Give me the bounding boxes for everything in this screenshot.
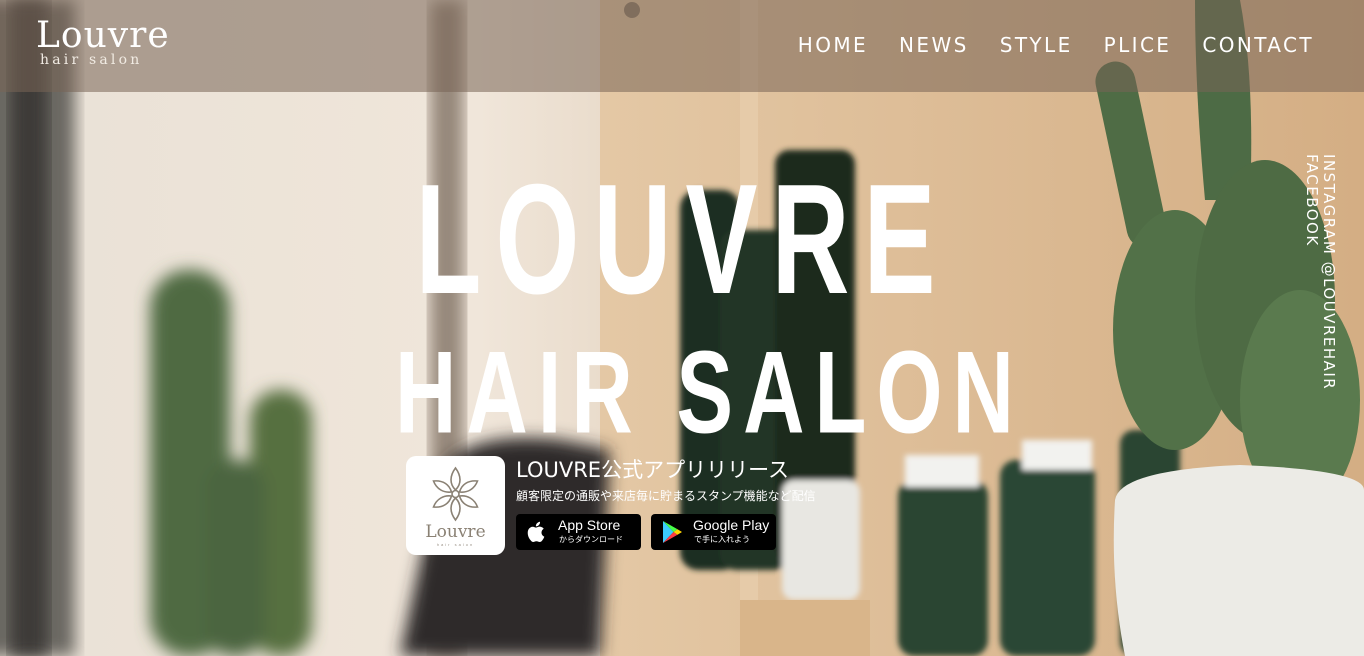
instagram-link[interactable]: INSTAGRAM @LOUVREHAIR bbox=[1320, 154, 1338, 390]
nav-item-contact[interactable]: CONTACT bbox=[1202, 34, 1314, 56]
nav-item-home[interactable]: HOME bbox=[798, 34, 868, 56]
app-icon[interactable]: Louvre hair salon bbox=[406, 456, 505, 555]
facebook-link[interactable]: FACEBOOK bbox=[1303, 154, 1321, 390]
google-play-button[interactable]: Google Play で手に入れよう bbox=[651, 514, 776, 550]
logo-tagline: hair salon bbox=[40, 52, 143, 68]
lotus-emblem-icon bbox=[432, 466, 479, 522]
app-store-label: App Store bbox=[558, 517, 621, 533]
site-header: Louvre hair salon HOME NEWS STYLE PLICE … bbox=[0, 0, 1364, 92]
hero-title-line1: LOUVRE bbox=[415, 150, 950, 327]
app-icon-tagline: hair salon bbox=[436, 542, 475, 547]
nav-item-news[interactable]: NEWS bbox=[899, 34, 969, 56]
app-store-button[interactable]: App Store からダウンロード bbox=[516, 514, 641, 550]
nav-item-plice[interactable]: PLICE bbox=[1104, 34, 1172, 56]
site-logo[interactable]: Louvre hair salon bbox=[36, 16, 186, 72]
app-promo-description: 顧客限定の通販や来店毎に貯まるスタンプ機能など配信 bbox=[516, 489, 816, 503]
logo-wordmark: Louvre bbox=[36, 15, 170, 56]
app-promo: Louvre hair salon LOUVRE公式アプリリリース 顧客限定の通… bbox=[406, 456, 866, 556]
app-store-sublabel: からダウンロード bbox=[559, 535, 623, 544]
main-nav: HOME NEWS STYLE PLICE CONTACT bbox=[798, 34, 1314, 56]
app-promo-title: LOUVRE公式アプリリリース bbox=[516, 458, 790, 482]
google-play-sublabel: で手に入れよう bbox=[694, 535, 750, 544]
nav-item-style[interactable]: STYLE bbox=[1000, 34, 1073, 56]
hero-title: LOUVRE HAIR SALON bbox=[395, 148, 1014, 459]
hero-title-line2: HAIR SALON bbox=[395, 327, 1024, 459]
google-play-label: Google Play bbox=[693, 517, 770, 533]
app-icon-wordmark: Louvre bbox=[425, 522, 486, 542]
apple-icon bbox=[527, 521, 545, 542]
play-icon bbox=[663, 521, 682, 543]
social-links: INSTAGRAM @LOUVREHAIR FACEBOOK bbox=[1303, 154, 1338, 390]
